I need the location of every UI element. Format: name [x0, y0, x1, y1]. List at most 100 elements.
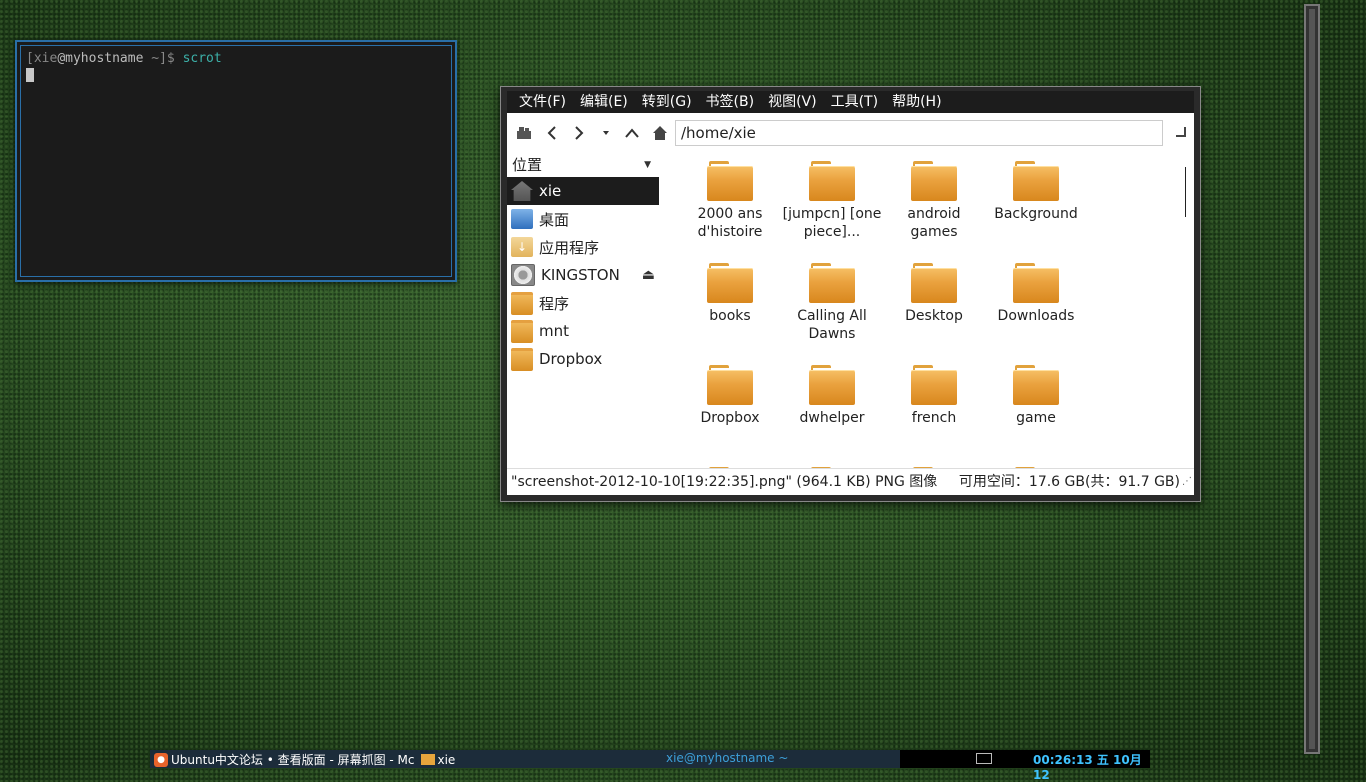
folder-label: books	[709, 308, 751, 324]
sidebar-item-home[interactable]: xie	[507, 177, 659, 205]
eject-icon[interactable]: ⏏	[642, 267, 655, 283]
folder-label: Desktop	[905, 308, 963, 324]
folder-icon	[420, 754, 435, 765]
folder-icon	[911, 263, 957, 303]
back-icon[interactable]	[541, 121, 563, 145]
folder-label: Calling All Dawns	[797, 308, 867, 342]
chevron-down-icon[interactable]: ▼	[644, 153, 651, 177]
resize-handle-icon[interactable]: ⋰	[1182, 469, 1192, 495]
menu-view[interactable]: 视图(V)	[761, 91, 824, 113]
side-panel	[1304, 4, 1320, 754]
folder-icon	[809, 263, 855, 303]
new-tab-icon[interactable]	[513, 121, 535, 145]
folder-item[interactable]: 2000 ans d'histoire	[679, 159, 781, 251]
folder-icon	[511, 319, 533, 343]
menubar: 文件(F) 编辑(E) 转到(G) 书签(B) 视图(V) 工具(T) 帮助(H…	[507, 91, 1194, 113]
menu-bookmarks[interactable]: 书签(B)	[699, 91, 762, 113]
sidebar-item-label: 应用程序	[539, 238, 600, 257]
folder-icon	[1013, 263, 1059, 303]
desktop-icon	[511, 209, 533, 229]
sidebar-item-label: 桌面	[539, 210, 570, 229]
sidebar-item-dropbox[interactable]: Dropbox	[507, 345, 659, 373]
prompt-at: @	[57, 51, 66, 66]
scrollbar[interactable]	[1185, 167, 1186, 217]
folder-item[interactable]: books	[679, 261, 781, 353]
clock[interactable]: 00:26:13 五 10月12	[1033, 751, 1150, 782]
folder-label: 2000 ans d'histoire	[697, 206, 763, 240]
file-manager-window[interactable]: 文件(F) 编辑(E) 转到(G) 书签(B) 视图(V) 工具(T) 帮助(H…	[500, 86, 1201, 502]
terminal-prompt: [xie@myhostname ~]$ scrot	[26, 51, 222, 66]
keyboard-icon[interactable]	[976, 753, 992, 764]
menu-tools[interactable]: 工具(T)	[824, 91, 885, 113]
prompt-host: myhostname	[65, 51, 144, 66]
toolbar: /home/xie	[507, 113, 1194, 153]
menu-edit[interactable]: 编辑(E)	[573, 91, 635, 113]
location-bar[interactable]: /home/xie	[675, 120, 1163, 146]
applications-icon: ↓	[511, 237, 533, 257]
sidebar-item-programs[interactable]: 程序	[507, 289, 659, 317]
drive-icon	[511, 264, 535, 286]
folder-icon	[911, 365, 957, 405]
forward-icon[interactable]	[568, 121, 590, 145]
file-view[interactable]: 2000 ans d'histoire [jumpcn] [one piece].…	[667, 153, 1186, 473]
sidebar-item-label: KINGSTON	[541, 266, 620, 284]
task-browser[interactable]: Ubuntu中文论坛 • 查看版面 - 屏幕抓图 - Mc	[171, 751, 415, 768]
places-header-label: 位置	[512, 156, 543, 174]
folder-icon	[707, 161, 753, 201]
folder-icon	[1013, 365, 1059, 405]
prompt-user: xie	[33, 51, 58, 66]
folder-item[interactable]: Background	[985, 159, 1087, 251]
task-file-manager[interactable]: xie	[438, 753, 456, 767]
folder-item[interactable]: [jumpcn] [one piece]...	[781, 159, 883, 251]
sidebar-item-desktop[interactable]: 桌面	[507, 205, 659, 233]
resize-grip-icon[interactable]	[1176, 127, 1186, 137]
sidebar-item-mnt[interactable]: mnt	[507, 317, 659, 345]
sidebar-item-label: xie	[539, 182, 562, 200]
terminal-cursor	[26, 68, 34, 82]
firefox-icon: ●	[154, 752, 168, 767]
folder-item[interactable]: Downloads	[985, 261, 1087, 353]
menu-help[interactable]: 帮助(H)	[885, 91, 948, 113]
folder-item[interactable]: Calling All Dawns	[781, 261, 883, 353]
sidebar-item-label: Dropbox	[539, 350, 603, 368]
folder-item[interactable]: Dropbox	[679, 363, 781, 455]
folder-icon	[911, 161, 957, 201]
folder-label: french	[911, 410, 957, 426]
prompt-command: scrot	[182, 51, 222, 66]
folder-icon	[1013, 161, 1059, 201]
sidebar-item-kingston[interactable]: KINGSTON ⏏	[507, 261, 659, 289]
folder-item[interactable]: Desktop	[883, 261, 985, 353]
home-folder-icon	[511, 181, 533, 201]
folder-item[interactable]: dwhelper	[781, 363, 883, 455]
folder-icon	[511, 347, 533, 371]
active-window-title: xie@myhostname ~	[666, 751, 789, 765]
free-space-info: 可用空间：17.6 GB(共：91.7 GB)	[958, 474, 1180, 490]
prompt-dir: ~]$	[143, 51, 183, 66]
folder-icon	[809, 365, 855, 405]
prompt-bracket: [	[26, 51, 34, 66]
folder-item[interactable]: game	[985, 363, 1087, 455]
terminal-window[interactable]: [xie@myhostname ~]$ scrot	[15, 40, 457, 282]
folder-item[interactable]: android games	[883, 159, 985, 251]
folder-icon	[511, 291, 533, 315]
folder-item[interactable]: french	[883, 363, 985, 455]
folder-icon	[809, 161, 855, 201]
folder-label: Dropbox	[700, 410, 760, 426]
status-bar: "screenshot-2012-10-10[19:22:35].png" (9…	[507, 468, 1194, 495]
folder-grid: 2000 ans d'histoire [jumpcn] [one piece].…	[679, 159, 1087, 473]
folder-label: [jumpcn] [one piece]...	[782, 206, 882, 240]
up-icon[interactable]	[621, 121, 643, 145]
taskbar-tasks: ● Ubuntu中文论坛 • 查看版面 - 屏幕抓图 - Mc xie	[154, 751, 455, 768]
folder-icon	[707, 365, 753, 405]
sidebar-item-label: mnt	[539, 322, 569, 340]
sidebar-item-applications[interactable]: ↓ 应用程序	[507, 233, 659, 261]
menu-file[interactable]: 文件(F)	[512, 91, 573, 113]
places-header[interactable]: 位置 ▼	[507, 153, 659, 177]
menu-go[interactable]: 转到(G)	[635, 91, 699, 113]
places-sidebar: 位置 ▼ xie 桌面 ↓ 应用程序 KINGSTON ⏏ 程序 mnt Dro…	[507, 153, 659, 473]
folder-label: Downloads	[997, 308, 1075, 324]
history-dropdown-icon[interactable]	[595, 121, 617, 145]
folder-label: dwhelper	[799, 410, 865, 426]
folder-label: game	[1016, 410, 1056, 426]
home-icon[interactable]	[649, 121, 671, 145]
